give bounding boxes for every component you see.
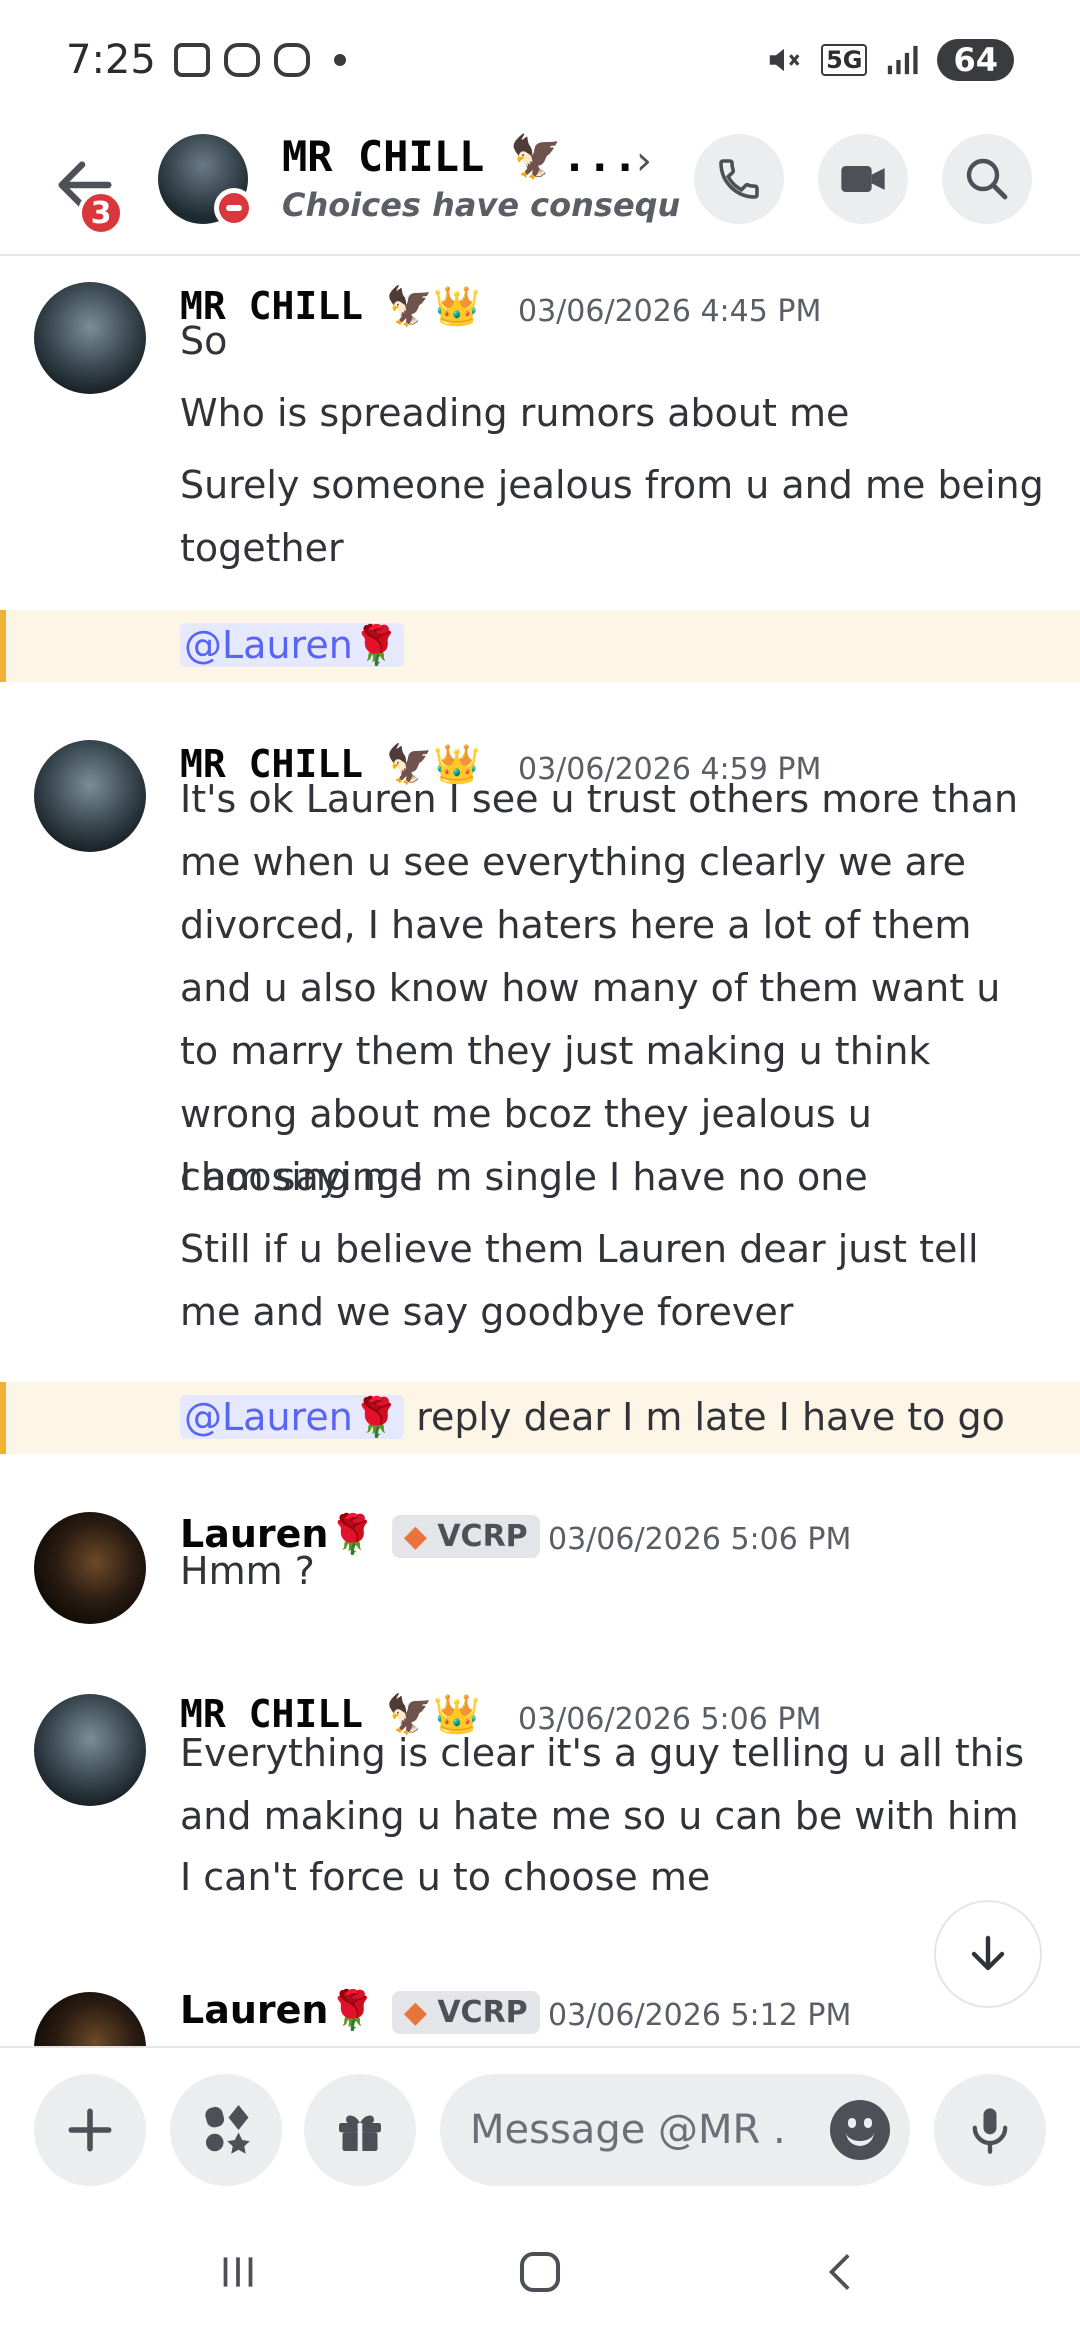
gift-button[interactable] xyxy=(304,2074,416,2186)
avatar[interactable] xyxy=(34,1992,146,2046)
avatar[interactable] xyxy=(34,282,146,394)
message-text[interactable]: Surely someone jealous from u and me bei… xyxy=(180,454,1050,580)
apps-icon xyxy=(205,2105,250,2154)
add-attachment-button[interactable] xyxy=(34,2074,146,2186)
channel-name: MR CHILL 🦅... xyxy=(282,132,638,181)
status-bar: 7:25 5G 64 xyxy=(0,0,1080,120)
message-text[interactable]: Everything is clear it's a guy telling u… xyxy=(180,1722,1050,1848)
recent-apps-button[interactable] xyxy=(198,2242,278,2302)
voice-call-button[interactable] xyxy=(694,134,784,224)
screenshot-icon xyxy=(173,43,210,77)
message-text[interactable]: So xyxy=(180,310,1050,373)
chat-header: 3 MR CHILL 🦅... Choices have consequ... … xyxy=(0,120,1080,256)
apps-button[interactable] xyxy=(170,2074,282,2186)
recent-apps-icon xyxy=(223,2257,253,2287)
jump-to-present-button[interactable] xyxy=(934,1900,1042,2008)
server-tag[interactable]: ◆ VCRP xyxy=(391,1991,540,2034)
message-timestamp: 03/06/2026 5:12 PM xyxy=(548,1998,852,2033)
channel-info[interactable]: MR CHILL 🦅... Choices have consequ... xyxy=(282,132,682,224)
user-mention[interactable]: @Lauren🌹 xyxy=(180,1395,405,1439)
message-text[interactable]: Still if u believe them Lauren dear just… xyxy=(180,1218,1050,1344)
gem-icon: ◆ xyxy=(403,1995,427,2030)
notification-icons xyxy=(173,43,346,77)
message-text: reply dear I m late I have to go xyxy=(404,1395,1005,1439)
message-composer xyxy=(0,2046,1080,2206)
message-text[interactable]: It's ok Lauren I see u trust others more… xyxy=(180,768,1050,1209)
user-mention[interactable]: @Lauren🌹 xyxy=(180,623,405,667)
phone-icon xyxy=(719,159,759,199)
author-name[interactable]: Lauren🌹 ◆ VCRP xyxy=(180,1988,540,2034)
voice-message-button[interactable] xyxy=(934,2074,1046,2186)
emoji-icon[interactable] xyxy=(830,2100,890,2160)
discord-icon xyxy=(273,43,310,77)
signal-icon xyxy=(888,45,919,75)
gift-icon xyxy=(339,2115,381,2151)
back-button[interactable] xyxy=(802,2242,882,2302)
avatar[interactable] xyxy=(34,1512,146,1624)
video-call-button[interactable] xyxy=(818,134,908,224)
more-dot-icon xyxy=(333,54,346,66)
author-emoji: 🌹 xyxy=(328,1988,376,2032)
message-input-container[interactable] xyxy=(440,2074,910,2186)
mention-message[interactable]: @Lauren🌹 reply dear I m late I have to g… xyxy=(0,1382,1080,1454)
message-text[interactable]: I am saying I m single I have no one xyxy=(180,1146,1050,1209)
search-button[interactable] xyxy=(942,134,1032,224)
dnd-status-icon xyxy=(214,188,254,228)
video-camera-icon xyxy=(841,166,885,192)
chevron-right-icon: › xyxy=(636,138,652,184)
system-navigation-bar xyxy=(0,2206,1080,2340)
message-text[interactable]: Who is spreading rumors about me xyxy=(180,382,1050,445)
message-list[interactable]: MR CHILL 🦅👑 03/06/2026 4:45 PM So Who is… xyxy=(0,258,1080,2046)
unread-badge: 3 xyxy=(78,190,124,236)
custom-status: Choices have consequ... xyxy=(282,186,682,224)
message-text[interactable]: I can't force u to choose me xyxy=(180,1846,1050,1909)
mention-message[interactable]: @Lauren🌹 xyxy=(0,610,1080,682)
chevron-left-icon xyxy=(828,2254,850,2290)
microphone-icon xyxy=(972,2108,1008,2154)
message-input[interactable] xyxy=(470,2107,790,2153)
battery-level: 64 xyxy=(937,39,1014,81)
status-time: 7:25 xyxy=(66,37,156,83)
home-icon xyxy=(519,2251,561,2293)
home-button[interactable] xyxy=(500,2242,580,2302)
arrow-down-icon xyxy=(971,1935,1005,1971)
author-label: Lauren xyxy=(180,1988,329,2032)
avatar[interactable] xyxy=(34,1694,146,1806)
network-label: 5G xyxy=(821,44,868,76)
server-tag-label: VCRP xyxy=(437,1995,528,2030)
mute-icon xyxy=(769,48,800,72)
search-icon xyxy=(966,158,1008,200)
plus-icon xyxy=(68,2108,112,2152)
discord-icon xyxy=(223,43,260,77)
avatar[interactable] xyxy=(34,740,146,852)
message-text[interactable]: Hmm ? xyxy=(180,1540,1050,1603)
